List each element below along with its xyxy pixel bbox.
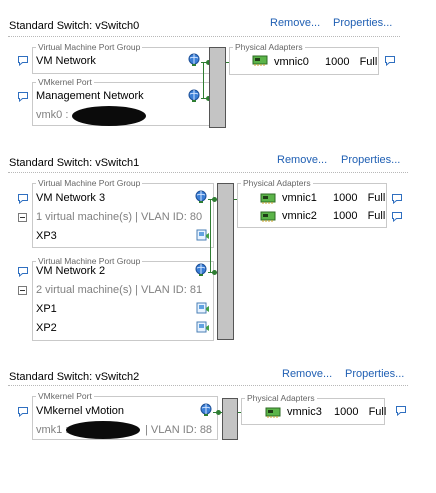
speech-bubble-icon[interactable] <box>395 405 407 416</box>
collapse-minus-icon[interactable] <box>18 286 27 295</box>
port-group-summary: 1 virtual machine(s) | VLAN ID: 80 <box>36 211 203 223</box>
adapter-row-vmnic3[interactable]: vmnic3 1000 Full <box>287 405 386 419</box>
speech-bubble-icon[interactable] <box>17 55 29 66</box>
speech-bubble-icon[interactable] <box>384 55 396 66</box>
adapter-name: vmnic2 <box>282 210 317 222</box>
vmkernel-port-vlan: | VLAN ID: 88 <box>145 424 213 436</box>
virtual-machine-icon <box>196 321 210 334</box>
adapter-speed: 1000 <box>332 210 358 222</box>
network-card-icon <box>252 55 268 67</box>
port-group-name: VM Network 2 <box>36 265 106 277</box>
adapter-name: vmnic0 <box>274 56 309 68</box>
port-group-name: VM Network 3 <box>36 192 106 204</box>
vswitch2-separator <box>8 385 408 386</box>
physical-adapters-caption: Physical Adapters <box>245 393 317 403</box>
speech-bubble-icon[interactable] <box>17 266 29 277</box>
globe-port-icon <box>194 190 208 204</box>
port-group-name: VM Network <box>36 55 96 67</box>
vswitch2-properties-link[interactable]: Properties... <box>345 368 404 380</box>
physical-adapters-caption: Physical Adapters <box>241 178 313 188</box>
vm-list-item[interactable]: XP2 <box>36 321 57 335</box>
virtual-machine-icon <box>196 302 210 315</box>
vswitch0-title: Standard Switch: vSwitch0 <box>9 20 140 32</box>
network-card-icon <box>260 211 276 223</box>
vswitch2-switch-bar <box>222 398 238 440</box>
collapse-minus-icon[interactable] <box>18 213 27 222</box>
adapter-duplex: Full <box>367 192 386 204</box>
adapter-speed: 1000 <box>332 192 358 204</box>
physical-adapters-caption: Physical Adapters <box>233 42 305 52</box>
vmkernel-port-name: VMkernel vMotion <box>36 405 125 417</box>
vmkernel-port-detail: vmk1 : <box>36 424 69 436</box>
connection-line <box>210 199 211 272</box>
speech-bubble-icon[interactable] <box>391 193 403 204</box>
globe-port-icon <box>199 403 213 417</box>
vswitch1-properties-link[interactable]: Properties... <box>341 154 400 166</box>
port-group-caption: Virtual Machine Port Group <box>36 42 143 52</box>
adapter-name: vmnic3 <box>287 406 322 418</box>
adapter-speed: 1000 <box>333 406 359 418</box>
virtual-machine-icon <box>196 229 210 242</box>
vm-list-item[interactable]: XP3 <box>36 229 57 243</box>
network-card-icon <box>260 193 276 205</box>
vswitch0-switch-bar <box>209 47 226 128</box>
adapter-duplex: Full <box>367 210 386 222</box>
redacted-scribble <box>66 421 140 439</box>
vmkernel-port-caption: VMkernel Port <box>36 391 94 401</box>
vmkernel-port-detail: vmk0 : <box>36 109 69 121</box>
vm-list-item[interactable]: XP1 <box>36 302 57 316</box>
adapter-row-vmnic1[interactable]: vmnic1 1000 Full <box>282 191 385 205</box>
globe-port-icon <box>187 53 201 67</box>
vswitch2-remove-link[interactable]: Remove... <box>282 368 332 380</box>
speech-bubble-icon[interactable] <box>17 193 29 204</box>
redacted-scribble <box>72 106 146 126</box>
adapter-name: vmnic1 <box>282 192 317 204</box>
vswitch0-separator <box>8 36 400 37</box>
adapter-duplex: Full <box>368 406 387 418</box>
connection-dot <box>216 410 221 415</box>
connection-line <box>203 62 204 98</box>
adapter-speed: 1000 <box>324 56 350 68</box>
port-group-caption: Virtual Machine Port Group <box>36 178 143 188</box>
speech-bubble-icon[interactable] <box>17 406 29 417</box>
adapter-row-vmnic0[interactable]: vmnic0 1000 Full <box>274 55 377 69</box>
speech-bubble-icon[interactable] <box>17 91 29 102</box>
vmkernel-port-name: Management Network <box>36 90 144 102</box>
vswitch0-properties-link[interactable]: Properties... <box>333 17 392 29</box>
speech-bubble-icon[interactable] <box>391 211 403 222</box>
adapter-row-vmnic2[interactable]: vmnic2 1000 Full <box>282 209 385 223</box>
port-group-summary: 2 virtual machine(s) | VLAN ID: 81 <box>36 284 203 296</box>
vswitch1-remove-link[interactable]: Remove... <box>277 154 327 166</box>
vswitch2-title: Standard Switch: vSwitch2 <box>9 371 140 383</box>
vswitch0-remove-link[interactable]: Remove... <box>270 17 320 29</box>
vmkernel-port-caption: VMkernel Port <box>36 77 94 87</box>
globe-port-icon <box>187 89 201 103</box>
vswitch1-switch-bar <box>217 183 234 340</box>
vswitch1-separator <box>8 172 408 173</box>
globe-port-icon <box>194 263 208 277</box>
network-card-icon <box>265 407 281 419</box>
vswitch1-title: Standard Switch: vSwitch1 <box>9 157 140 169</box>
adapter-duplex: Full <box>359 56 378 68</box>
